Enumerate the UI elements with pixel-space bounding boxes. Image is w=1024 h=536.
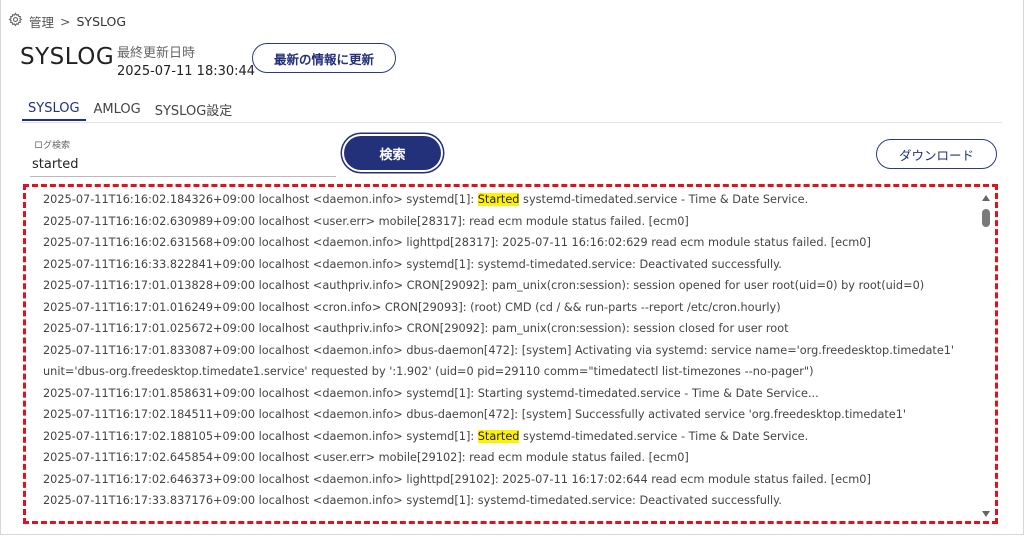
tab-syslog-settings[interactable]: SYSLOG設定 (149, 97, 239, 121)
log-line: 2025-07-11T16:16:33.822841+09:00 localho… (43, 257, 782, 271)
log-text: 2025-07-11T16:17:02.188105+09:00 localho… (43, 429, 478, 443)
log-line: 2025-07-11T16:17:01.016249+09:00 localho… (43, 300, 781, 314)
last-updated-label: 最終更新日時 (117, 46, 196, 61)
log-line: 2025-07-11T16:16:02.630989+09:00 localho… (43, 214, 689, 228)
log-line: 2025-07-11T16:17:02.646373+09:00 localho… (43, 472, 871, 486)
breadcrumb-current: SYSLOG (76, 13, 127, 29)
breadcrumb-parent[interactable]: 管理 (29, 12, 54, 31)
tab-amlog[interactable]: AMLOG (88, 97, 147, 121)
refresh-button[interactable]: 最新の情報に更新 (252, 43, 396, 73)
search-label: ログ検索 (34, 141, 71, 151)
scroll-up-arrow-icon[interactable] (982, 195, 990, 201)
download-button[interactable]: ダウンロード (876, 139, 997, 169)
log-line: 2025-07-11T16:17:02.645854+09:00 localho… (43, 451, 689, 464)
log-line: 2025-07-11T16:17:02.184511+09:00 localho… (43, 408, 907, 421)
log-list: 2025-07-11T16:16:02.184326+09:00 localho… (43, 189, 969, 512)
log-line: 2025-07-11T16:16:02.184326+09:00 localho… (43, 189, 969, 211)
search-highlight: Started (477, 429, 520, 443)
log-text: systemd-timedated.service - Time & Date … (519, 193, 809, 206)
log-line: unit='dbus-org.freedesktop.timedate1.ser… (43, 365, 814, 378)
log-viewer[interactable]: 2025-07-11T16:16:02.184326+09:00 localho… (23, 184, 998, 524)
page-title: SYSLOG (20, 44, 115, 70)
log-line: 2025-07-11T16:17:33.837176+09:00 localho… (43, 494, 782, 507)
scroll-thumb[interactable] (982, 209, 990, 227)
log-line: 2025-07-11T16:17:01.013828+09:00 localho… (43, 279, 925, 292)
gear-icon (8, 12, 23, 30)
scroll-down-arrow-icon[interactable] (982, 511, 990, 517)
tab-syslog[interactable]: SYSLOG (22, 97, 86, 121)
search-button[interactable]: 検索 (344, 136, 441, 170)
log-line: 2025-07-11T16:17:01.858631+09:00 localho… (43, 386, 819, 400)
log-line: 2025-07-11T16:17:02.188105+09:00 localho… (43, 426, 969, 448)
tab-bar: SYSLOG AMLOG SYSLOG設定 (22, 97, 1002, 123)
log-line: 2025-07-11T16:17:01.833087+09:00 localho… (43, 343, 955, 357)
log-text: systemd-timedated.service - Time & Date … (519, 429, 809, 443)
search-highlight: Started (477, 193, 520, 206)
log-line: 2025-07-11T16:17:01.025672+09:00 localho… (43, 322, 789, 335)
breadcrumb: 管理 > SYSLOG (8, 12, 126, 30)
log-text: 2025-07-11T16:16:02.184326+09:00 localho… (43, 193, 478, 206)
search-input[interactable] (30, 152, 336, 177)
breadcrumb-separator: > (60, 13, 71, 29)
log-line: 2025-07-11T16:16:02.631568+09:00 localho… (43, 236, 871, 249)
last-updated-value: 2025-07-11 18:30:44 (117, 64, 256, 79)
log-scrollbar[interactable] (981, 193, 991, 517)
